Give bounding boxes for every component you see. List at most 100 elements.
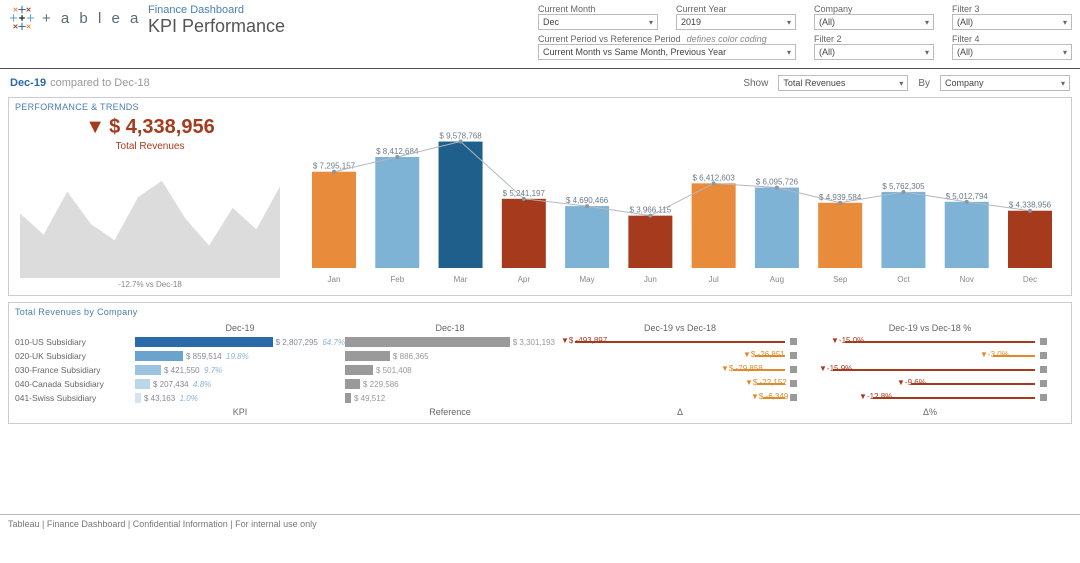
row-label: 041-Swiss Subsidiary (15, 393, 135, 403)
delta-pct-cell: ▼-3.0% (805, 350, 1055, 362)
col-header: Dec-19 vs Dec-18 % (805, 323, 1055, 333)
table-row: 020-UK Subsidiary$ 859,514 19.8%$ 886,36… (15, 349, 1065, 363)
defines-note: defines color coding (687, 34, 767, 44)
ref-bar-cell: $ 49,512 (345, 392, 555, 404)
panel-title: Total Revenues by Company (15, 307, 1065, 317)
svg-text:$ 9,578,768: $ 9,578,768 (439, 132, 482, 141)
footer-text: Tableau | Finance Dashboard | Confidenti… (8, 519, 317, 529)
delta-pct-cell: ▼-15.9% (805, 364, 1055, 376)
table-row: 010-US Subsidiary$ 2,807,295 64.7%$ 3,30… (15, 335, 1065, 349)
caret-down-icon: ▾ (787, 48, 791, 57)
subheader: Dec-19 compared to Dec-18 Show Total Rev… (0, 69, 1080, 97)
monthly-bar-chart: $ 7,295,157 Jan $ 8,412,684 Feb $ 9,578,768 M… (291, 116, 1065, 286)
kpi-bar-cell: $ 43,163 1.0% (135, 392, 345, 404)
col-footer: Reference (345, 407, 555, 417)
filter-grid: Current Month Dec▾ Current Year 2019▾ Co… (538, 4, 1072, 60)
header: + a b l e a u Finance Dashboard KPI Perf… (0, 0, 1080, 69)
company-select[interactable]: (All)▾ (814, 14, 934, 30)
svg-text:$ 5,241,197: $ 5,241,197 (503, 189, 546, 198)
caret-down-icon: ▾ (925, 48, 929, 57)
col-header: Dec-19 (135, 323, 345, 333)
table-row: 041-Swiss Subsidiary$ 43,163 1.0%$ 49,51… (15, 391, 1065, 405)
svg-text:Apr: Apr (518, 275, 531, 284)
filter-current-year: Current Year 2019▾ (676, 4, 796, 30)
table-row: 040-Canada Subsidiary$ 207,434 4.8%$ 229… (15, 377, 1065, 391)
filter-4: Filter 4 (All)▾ (952, 34, 1072, 60)
kpi-sparkline (20, 158, 280, 278)
current-year-select[interactable]: 2019▾ (676, 14, 796, 30)
caret-down-icon: ▾ (787, 18, 791, 27)
filter-company: Company (All)▾ (814, 4, 934, 30)
svg-text:$ 7,295,157: $ 7,295,157 (313, 162, 356, 171)
dashboard-title: KPI Performance (148, 16, 285, 37)
delta-cell: ▼$ -26,851 (555, 350, 805, 362)
table-footer-row: KPI Reference Δ Δ% (15, 405, 1065, 417)
delta-cell: ▼$ -493,897 (555, 336, 805, 348)
svg-text:$ 5,762,305: $ 5,762,305 (882, 182, 925, 191)
revenues-by-company-panel: Total Revenues by Company Dec-19 Dec-18 … (8, 302, 1072, 424)
svg-text:Aug: Aug (770, 275, 784, 284)
filter-label: Current Month (538, 4, 658, 14)
table-row: 030-France Subsidiary$ 421,550 9.7%$ 501… (15, 363, 1065, 377)
filter4-select[interactable]: (All)▾ (952, 44, 1072, 60)
show-by-controls: Show Total Revenues▾ By Company▾ (743, 75, 1070, 91)
filter-label: Company (814, 4, 934, 14)
caret-down-icon: ▾ (1063, 18, 1067, 27)
kpi-summary: ▼ $ 4,338,956 Total Revenues -12.7% vs D… (15, 116, 285, 289)
logo-block: + a b l e a u (8, 4, 142, 32)
caret-down-icon: ▾ (1063, 48, 1067, 57)
svg-text:Jul: Jul (709, 275, 719, 284)
title-block: Finance Dashboard KPI Performance (148, 4, 285, 37)
filter2-select[interactable]: (All)▾ (814, 44, 934, 60)
show-label: Show (743, 78, 768, 89)
filter-label: Current Period vs Reference Perioddefine… (538, 34, 796, 44)
kpi-delta: -12.7% vs Dec-18 (118, 280, 182, 289)
filter-label: Filter 4 (952, 34, 1072, 44)
svg-text:May: May (580, 275, 595, 284)
delta-cell: ▼$ -79,858 (555, 364, 805, 376)
caret-down-icon: ▾ (649, 18, 653, 27)
show-select[interactable]: Total Revenues▾ (778, 75, 908, 91)
panel-title: PERFORMANCE & TRENDS (15, 102, 1065, 112)
current-month-select[interactable]: Dec▾ (538, 14, 658, 30)
down-triangle-icon: ▼ (85, 116, 105, 139)
delta-pct-cell: ▼-15.0% (805, 336, 1055, 348)
svg-text:Feb: Feb (390, 275, 404, 284)
svg-text:$ 8,412,684: $ 8,412,684 (376, 147, 419, 156)
compared-label: compared to Dec-18 (50, 77, 150, 89)
tableau-logo-icon (8, 4, 36, 32)
kpi-label: Total Revenues (116, 141, 185, 152)
svg-text:Jun: Jun (644, 275, 657, 284)
col-header: Dec-19 vs Dec-18 (555, 323, 805, 333)
page-footer: Tableau | Finance Dashboard | Confidenti… (0, 514, 1080, 533)
svg-text:Mar: Mar (454, 275, 468, 284)
filter-current-month: Current Month Dec▾ (538, 4, 658, 30)
filter3-select[interactable]: (All)▾ (952, 14, 1072, 30)
ref-bar-cell: $ 501,408 (345, 364, 555, 376)
kpi-value-text: $ 4,338,956 (109, 116, 215, 139)
by-select[interactable]: Company▾ (940, 75, 1070, 91)
svg-text:Oct: Oct (897, 275, 910, 284)
col-footer: KPI (135, 407, 345, 417)
svg-text:$ 6,095,726: $ 6,095,726 (756, 178, 799, 187)
kpi-value: ▼ $ 4,338,956 (85, 116, 214, 139)
current-period-label: Dec-19 (10, 77, 46, 89)
row-label: 030-France Subsidiary (15, 365, 135, 375)
dashboard-subtitle: Finance Dashboard (148, 4, 285, 16)
period-ref-select[interactable]: Current Month vs Same Month, Previous Ye… (538, 44, 796, 60)
filter-3: Filter 3 (All)▾ (952, 4, 1072, 30)
row-label: 020-UK Subsidiary (15, 351, 135, 361)
row-label: 010-US Subsidiary (15, 337, 135, 347)
row-label: 040-Canada Subsidiary (15, 379, 135, 389)
caret-down-icon: ▾ (899, 79, 903, 88)
svg-text:Jan: Jan (328, 275, 341, 284)
kpi-bar-cell: $ 2,807,295 64.7% (135, 336, 345, 348)
table-body: 010-US Subsidiary$ 2,807,295 64.7%$ 3,30… (15, 335, 1065, 405)
filter-label: Filter 2 (814, 34, 934, 44)
tableau-wordmark-icon: + a b l e a u (42, 7, 142, 29)
col-footer: Δ (555, 407, 805, 417)
ref-bar-cell: $ 3,301,193 (345, 336, 555, 348)
filter-label: Current Year (676, 4, 796, 14)
delta-cell: ▼$ -6,349 (555, 392, 805, 404)
svg-text:$ 4,690,466: $ 4,690,466 (566, 196, 609, 205)
